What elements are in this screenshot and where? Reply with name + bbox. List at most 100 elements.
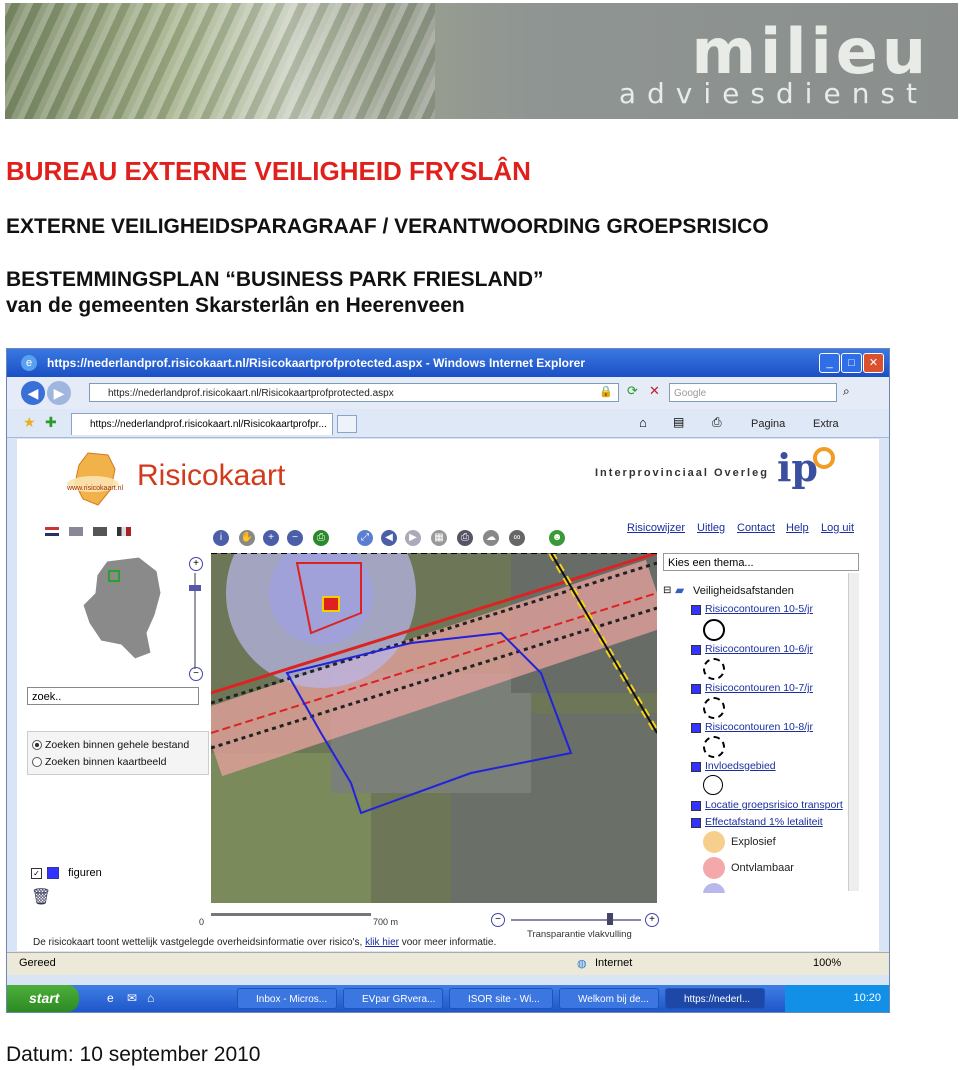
task-isor[interactable]: ISOR site - Wi... (449, 988, 553, 1009)
legend-rc5[interactable]: Risicocontouren 10-5/jr (705, 603, 813, 615)
flag-fr-icon[interactable] (117, 527, 131, 536)
legend-checkbox[interactable] (691, 723, 701, 733)
back-icon[interactable]: ◀ (21, 381, 45, 405)
link-logout[interactable]: Log uit (821, 522, 854, 534)
flag-nl-icon[interactable] (45, 527, 59, 536)
flag-en-icon[interactable] (69, 527, 83, 536)
overview-map-netherlands[interactable] (77, 553, 167, 663)
stop-icon[interactable]: ✕ (649, 383, 660, 399)
users-icon[interactable]: ☻ (549, 530, 565, 546)
legend-scrollbar[interactable] (848, 573, 859, 891)
info-icon[interactable]: i (213, 530, 229, 546)
browser-tab[interactable]: https://nederlandprof.risicokaart.nl/Ris… (71, 413, 333, 435)
legend-effect[interactable]: Effectafstand 1% letaliteit (705, 816, 823, 828)
feeds-icon[interactable]: ▤ (673, 415, 684, 429)
search-input[interactable]: Google (669, 383, 837, 402)
minimize-button[interactable]: _ (819, 353, 840, 373)
zoom-in-icon[interactable]: + (263, 530, 279, 546)
legend-rc7[interactable]: Risicocontouren 10-7/jr (705, 682, 813, 694)
transparency-slider[interactable] (511, 919, 641, 921)
quicklaunch-ie-icon[interactable]: e (107, 991, 114, 1005)
address-bar[interactable]: https://nederlandprof.risicokaart.nl/Ris… (89, 383, 619, 402)
quicklaunch-home-icon[interactable]: ⌂ (147, 991, 154, 1005)
link-risicowijzer[interactable]: Risicowijzer (627, 522, 685, 534)
zoom-out-icon[interactable]: − (287, 530, 303, 546)
forward-icon[interactable]: ▶ (47, 381, 71, 405)
new-tab-button[interactable] (337, 415, 357, 433)
link-icon[interactable]: ∞ (509, 530, 525, 546)
legend-checkbox[interactable] (691, 762, 701, 772)
checkbox-icon[interactable]: ✓ (31, 867, 42, 879)
search-select[interactable]: zoek.. (27, 687, 199, 705)
next-view-icon[interactable]: ▶ (405, 530, 421, 546)
print-map-icon[interactable]: ⎙ (313, 530, 329, 546)
zoom-level[interactable]: 100% (813, 957, 841, 969)
risicokaart-logo-text: www.risicokaart.nl (67, 485, 124, 492)
previous-view-icon[interactable]: ◀ (381, 530, 397, 546)
task-evpar[interactable]: EVpar GRvera... (343, 988, 443, 1009)
radio-whole-dataset[interactable]: Zoeken binnen gehele bestand (32, 739, 189, 751)
close-button[interactable]: ✕ (863, 353, 884, 373)
maximize-button[interactable]: □ (841, 353, 862, 373)
measure-icon[interactable]: ▦ (431, 530, 447, 546)
taskbar: start e ✉ ⌂ Inbox - Micros... EVpar GRve… (7, 985, 889, 1012)
add-favorite-icon[interactable]: ✚ (45, 414, 57, 431)
zoom-slider-handle[interactable] (189, 585, 201, 591)
brand-logo-main: milieu (691, 15, 930, 88)
transparency-minus[interactable]: − (491, 913, 505, 927)
pan-hand-icon[interactable]: ✋ (239, 530, 255, 546)
aerial-map-render (211, 553, 657, 903)
legend-checkbox[interactable] (691, 818, 701, 828)
refresh-icon[interactable]: ⟳ (627, 383, 638, 399)
legend-checkbox[interactable] (691, 801, 701, 811)
radio-unselected-icon[interactable] (32, 757, 42, 768)
collapse-icon[interactable]: ⊟ (663, 585, 671, 596)
task-risicokaart[interactable]: https://nederl... (665, 988, 765, 1009)
link-help[interactable]: Help (786, 522, 809, 534)
trash-icon[interactable]: 🗑 (31, 887, 51, 907)
favorites-star-icon[interactable]: ★ (23, 414, 36, 431)
map-bottom-bar: 0 700 m De risicokaart toont wettelijk v… (17, 909, 879, 951)
legend-ontvlambaar-swatch (703, 857, 725, 879)
tab-row: ★ ✚ https://nederlandprof.risicokaart.nl… (7, 409, 889, 438)
legend-locatie[interactable]: Locatie groepsrisico transport (705, 799, 843, 811)
transparency-plus[interactable]: + (645, 913, 659, 927)
status-text: Gereed (19, 957, 56, 969)
legend-panel: Kies een thema... ⊟ ▰ Veiligheidsafstand… (661, 553, 859, 893)
legend-checkbox[interactable] (691, 684, 701, 694)
task-welkom[interactable]: Welkom bij de... (559, 988, 659, 1009)
task-inbox[interactable]: Inbox - Micros... (237, 988, 337, 1009)
quicklaunch-outlook-icon[interactable]: ✉ (127, 991, 137, 1005)
ipo-logo: ip (777, 445, 819, 490)
zoom-minus-button[interactable]: − (189, 667, 203, 681)
legend-invloed[interactable]: Invloedsgebied (705, 760, 776, 772)
page-menu[interactable]: Pagina (751, 418, 785, 430)
radio-map-view[interactable]: Zoeken binnen kaartbeeld (32, 756, 166, 768)
home-icon[interactable]: ⌂ (639, 415, 647, 430)
radio-label: Zoeken binnen kaartbeeld (45, 756, 167, 768)
legend-group-title: Veiligheidsafstanden (693, 585, 794, 597)
cloud-icon[interactable]: ☁ (483, 530, 499, 546)
tools-menu[interactable]: Extra (813, 418, 839, 430)
main-map[interactable] (211, 553, 657, 903)
flag-de-icon[interactable] (93, 527, 107, 536)
search-icon[interactable]: ⌕ (843, 384, 850, 399)
figuren-toggle[interactable]: ✓ figuren (31, 867, 102, 880)
full-extent-icon[interactable]: ⤢ (357, 530, 373, 546)
legend-checkbox[interactable] (691, 645, 701, 655)
clock: 10:20 (853, 992, 881, 1004)
start-button[interactable]: start (7, 985, 79, 1012)
legend-rc8[interactable]: Risicocontouren 10-8/jr (705, 721, 813, 733)
link-contact[interactable]: Contact (737, 522, 775, 534)
legend-rc6[interactable]: Risicocontouren 10-6/jr (705, 643, 813, 655)
disclaimer-link[interactable]: klik hier (365, 937, 399, 948)
link-uitleg[interactable]: Uitleg (697, 522, 725, 534)
legend-explosief-swatch (703, 831, 725, 853)
transparency-handle[interactable] (607, 913, 613, 925)
theme-select[interactable]: Kies een thema... (663, 553, 859, 571)
radio-selected-icon[interactable] (32, 740, 42, 751)
zoom-plus-button[interactable]: + (189, 557, 203, 571)
print-icon[interactable]: ⎙ (712, 415, 722, 430)
legend-checkbox[interactable] (691, 605, 701, 615)
printer-icon[interactable]: ⎙ (457, 530, 473, 546)
